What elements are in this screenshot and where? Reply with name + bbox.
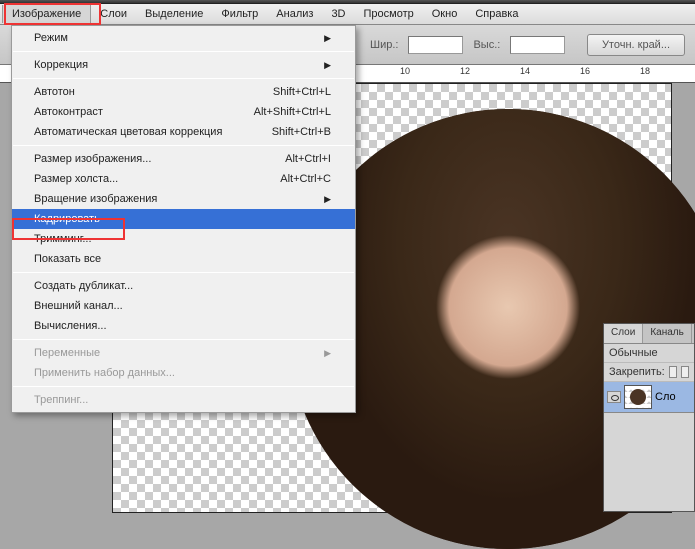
menu-image[interactable]: Изображение <box>2 5 91 23</box>
width-input[interactable] <box>408 36 463 54</box>
layer-row[interactable]: Сло <box>604 382 694 413</box>
menu-item: Треппинг... <box>12 390 355 410</box>
height-input[interactable] <box>510 36 565 54</box>
image-menu-dropdown: Режим▶ Коррекция▶ АвтотонShift+Ctrl+LАвток… <box>11 25 356 413</box>
menu-item[interactable]: Размер изображения...Alt+Ctrl+I <box>12 149 355 169</box>
menu-item[interactable]: Размер холста...Alt+Ctrl+C <box>12 169 355 189</box>
lock-pixels-icon[interactable] <box>681 366 689 378</box>
menu-item[interactable]: Автоматическая цветовая коррекцияShift+C… <box>12 122 355 142</box>
layer-thumbnail <box>624 385 652 409</box>
menu-item[interactable]: Вычисления... <box>12 316 355 336</box>
menu-item[interactable]: Показать все <box>12 249 355 269</box>
menu-item[interactable]: Режим▶ <box>12 28 355 48</box>
blend-mode-select[interactable]: Обычные <box>609 347 658 359</box>
menu-item[interactable]: Вращение изображения▶ <box>12 189 355 209</box>
visibility-icon[interactable] <box>607 391 621 403</box>
menu-item: Применить набор данных... <box>12 363 355 383</box>
width-label: Шир.: <box>370 39 398 51</box>
menu-item[interactable]: Создать дубликат... <box>12 276 355 296</box>
layers-panel: Слои Каналь Обычные Закрепить: Сло <box>603 323 695 512</box>
menu-item: Переменные▶ <box>12 343 355 363</box>
menu-item[interactable]: Коррекция▶ <box>12 55 355 75</box>
menubar: Изображение Слои Выделение Фильтр Анализ… <box>0 4 695 25</box>
menu-item[interactable]: АвтоконтрастAlt+Shift+Ctrl+L <box>12 102 355 122</box>
menu-analysis[interactable]: Анализ <box>267 5 322 23</box>
refine-edge-button[interactable]: Уточн. край... <box>587 34 685 56</box>
menu-layers[interactable]: Слои <box>91 5 136 23</box>
height-label: Выс.: <box>473 39 500 51</box>
layer-name: Сло <box>655 391 676 403</box>
menu-3d[interactable]: 3D <box>322 5 354 23</box>
menu-item[interactable]: АвтотонShift+Ctrl+L <box>12 82 355 102</box>
menu-help[interactable]: Справка <box>466 5 527 23</box>
lock-label: Закрепить: <box>609 366 665 378</box>
menu-item[interactable]: Внешний канал... <box>12 296 355 316</box>
menu-select[interactable]: Выделение <box>136 5 212 23</box>
lock-transparency-icon[interactable] <box>669 366 677 378</box>
tab-layers[interactable]: Слои <box>604 324 643 343</box>
menu-item[interactable]: Кадрировать <box>12 209 355 229</box>
menu-window[interactable]: Окно <box>423 5 467 23</box>
tab-channels[interactable]: Каналь <box>643 324 692 343</box>
menu-item[interactable]: Тримминг... <box>12 229 355 249</box>
menu-filter[interactable]: Фильтр <box>212 5 267 23</box>
menu-view[interactable]: Просмотр <box>355 5 423 23</box>
